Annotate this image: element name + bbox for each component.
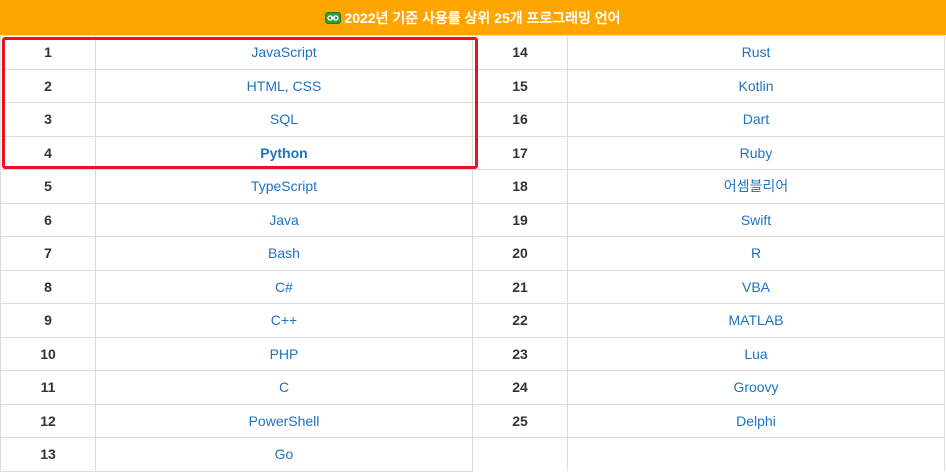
rank-cell: 12: [0, 403, 96, 438]
language-link[interactable]: VBA: [567, 269, 945, 304]
rank-cell: 11: [0, 370, 96, 405]
language-link[interactable]: Java: [95, 202, 473, 237]
rank-cell: 20: [472, 236, 568, 271]
language-link[interactable]: Dart: [567, 102, 945, 137]
languages-table-container: 2022년 기준 사용률 상위 25개 프로그래밍 언어 1 JavaScript…: [0, 0, 946, 472]
rank-cell: 18: [472, 169, 568, 204]
rank-cell: 3: [0, 102, 96, 137]
language-link[interactable]: PHP: [95, 336, 473, 371]
table-row: 12 PowerShell 25 Delphi: [0, 403, 945, 438]
rank-cell: 15: [472, 68, 568, 103]
rank-cell: 16: [472, 102, 568, 137]
language-link[interactable]: PowerShell: [95, 403, 473, 438]
language-link[interactable]: 어셈블리어: [567, 169, 945, 204]
language-link[interactable]: HTML, CSS: [95, 68, 473, 103]
table-row: 9 C++ 22 MATLAB: [0, 303, 945, 338]
language-link[interactable]: Ruby: [567, 135, 945, 170]
language-link[interactable]: Go: [95, 437, 473, 472]
table-row: 8 C# 21 VBA: [0, 269, 945, 304]
rank-cell: 4: [0, 135, 96, 170]
language-link[interactable]: Rust: [567, 35, 945, 70]
language-link[interactable]: Groovy: [567, 370, 945, 405]
table-row: 10 PHP 23 Lua: [0, 336, 945, 371]
language-link[interactable]: C#: [95, 269, 473, 304]
rank-cell: 8: [0, 269, 96, 304]
table-row: 3 SQL 16 Dart: [0, 102, 945, 137]
rank-cell: 14: [472, 35, 568, 70]
language-link[interactable]: Swift: [567, 202, 945, 237]
table-row: 7 Bash 20 R: [0, 236, 945, 271]
rank-cell: 24: [472, 370, 568, 405]
empty-cell: [567, 437, 945, 471]
language-link[interactable]: Kotlin: [567, 68, 945, 103]
table-row: 13 Go: [0, 437, 945, 472]
table-row: 4 Python 17 Ruby: [0, 135, 945, 170]
table-row: 1 JavaScript 14 Rust: [0, 35, 945, 70]
rank-cell: 17: [472, 135, 568, 170]
rank-cell: 2: [0, 68, 96, 103]
table-header: 2022년 기준 사용률 상위 25개 프로그래밍 언어: [0, 0, 946, 35]
language-link[interactable]: JavaScript: [95, 35, 473, 70]
rank-cell: 19: [472, 202, 568, 237]
language-link[interactable]: Bash: [95, 236, 473, 271]
table-row: 5 TypeScript 18 어셈블리어: [0, 169, 945, 204]
rank-cell: 21: [472, 269, 568, 304]
link-icon: [325, 11, 342, 24]
table-row: 2 HTML, CSS 15 Kotlin: [0, 68, 945, 103]
languages-table: 1 JavaScript 14 Rust 2 HTML, CSS 15 Kotlin 3 SQL 1…: [0, 35, 945, 472]
rank-cell: 7: [0, 236, 96, 271]
language-link[interactable]: Delphi: [567, 403, 945, 438]
table-row: 6 Java 19 Swift: [0, 202, 945, 237]
rank-cell: 10: [0, 336, 96, 371]
language-link[interactable]: TypeScript: [95, 169, 473, 204]
language-link[interactable]: R: [567, 236, 945, 271]
rank-cell: 9: [0, 303, 96, 338]
rank-cell: 25: [472, 403, 568, 438]
language-link[interactable]: Python: [95, 135, 473, 170]
rank-cell: 23: [472, 336, 568, 371]
rank-cell: 6: [0, 202, 96, 237]
language-link[interactable]: MATLAB: [567, 303, 945, 338]
empty-cell: [472, 437, 568, 471]
language-link[interactable]: SQL: [95, 102, 473, 137]
page-title: 2022년 기준 사용률 상위 25개 프로그래밍 언어: [344, 9, 621, 26]
rank-cell: 22: [472, 303, 568, 338]
language-link[interactable]: Lua: [567, 336, 945, 371]
rank-cell: 5: [0, 169, 96, 204]
rank-cell: 13: [0, 437, 96, 472]
table-row: 11 C 24 Groovy: [0, 370, 945, 405]
language-link[interactable]: C: [95, 370, 473, 405]
rank-cell: 1: [0, 35, 96, 70]
language-link[interactable]: C++: [95, 303, 473, 338]
